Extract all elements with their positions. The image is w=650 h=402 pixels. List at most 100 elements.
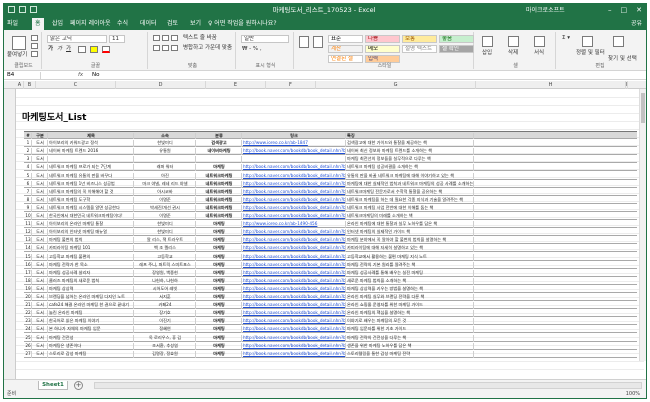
table-cell[interactable]: 네트워크 마케팅의 꼭 이해해야 할 것 bbox=[48, 188, 134, 196]
table-cell[interactable]: 마케팅 상상력 bbox=[48, 285, 134, 293]
link-cell[interactable]: http://book.naver.com/bookdb/book_detail… bbox=[242, 277, 346, 285]
table-cell[interactable]: 옥 로리우스, 휴 김 bbox=[134, 334, 196, 342]
table-cell[interactable]: 아진 bbox=[134, 172, 196, 180]
table-cell[interactable]: 김명장, 정효원 bbox=[134, 350, 196, 358]
link-cell[interactable]: http://book.naver.com/bookdb/book_detail… bbox=[242, 253, 346, 261]
table-cell[interactable]: 도서 bbox=[32, 156, 48, 164]
link-cell[interactable]: http://book.naver.com/bookdb/book_detail… bbox=[242, 245, 346, 253]
link-cell[interactable]: http://book.naver.com/bookdb/book_detail… bbox=[242, 350, 346, 358]
table-cell[interactable]: 마케팅에 대한 실제적인 법칙과 네트워크 마케팅의 성공 사례를 소개하는 책 bbox=[346, 180, 474, 188]
table-cell[interactable]: 마케팅 전략가 한 목소 bbox=[48, 261, 134, 269]
table-cell[interactable]: 도서 bbox=[32, 269, 48, 277]
table-cell[interactable]: 고등학교 마케팅 불편의 bbox=[48, 253, 134, 261]
column-header-A[interactable]: A bbox=[16, 81, 24, 89]
table-cell[interactable]: 장영원, 백종현 bbox=[134, 269, 196, 277]
undo-icon[interactable] bbox=[19, 6, 26, 13]
column-header-D[interactable]: D bbox=[116, 81, 206, 89]
link-cell[interactable]: http://book.naver.com/bookdb/book_detail… bbox=[242, 318, 346, 326]
table-cell[interactable]: 도서 bbox=[32, 277, 48, 285]
delete-button[interactable]: 삭제 bbox=[508, 50, 518, 57]
link-cell[interactable]: http://book.naver.com/bookdb/book_detail… bbox=[242, 204, 346, 212]
link-cell[interactable]: http://book.naver.com/bookdb/book_detail… bbox=[242, 294, 346, 302]
table-cell[interactable]: 네트워크 마케팅 사업 전반에 대한 이해를 돕는 책 bbox=[346, 204, 474, 212]
table-cell[interactable]: 14 bbox=[24, 245, 32, 253]
link-cell[interactable]: http://book.naver.com/bookdb/book_detail… bbox=[242, 229, 346, 237]
link-cell[interactable]: http://book.naver.com/bookdb/book_detail… bbox=[242, 342, 346, 350]
table-cell[interactable]: 이명준 bbox=[134, 213, 196, 221]
table-cell[interactable]: 마케팅 bbox=[196, 294, 242, 302]
column-header-I[interactable]: I bbox=[626, 81, 628, 89]
link-cell[interactable]: http://book.naver.com/bookdb/book_detail… bbox=[242, 261, 346, 269]
redo-icon[interactable] bbox=[30, 6, 37, 13]
table-cell[interactable]: 마케팅 bbox=[196, 318, 242, 326]
link-cell[interactable]: http://book.naver.com/bookdb/book_detail… bbox=[242, 148, 346, 156]
table-cell[interactable]: 도서 bbox=[32, 140, 48, 148]
tab-formulas[interactable]: 수식 bbox=[117, 19, 128, 28]
table-cell[interactable]: 알 리스, 잭 트라우트 bbox=[134, 237, 196, 245]
table-cell[interactable]: 생존을 위한 마케팅 노하우를 담은 책 bbox=[346, 342, 474, 350]
table-cell[interactable]: 고등학교 bbox=[134, 253, 196, 261]
column-header-C[interactable]: C bbox=[36, 81, 116, 89]
table-cell[interactable]: 도서 bbox=[32, 342, 48, 350]
table-cell[interactable]: 마케팅 bbox=[196, 253, 242, 261]
table-cell[interactable]: 이야기로 배우는 마케팅의 모든 것 bbox=[346, 318, 474, 326]
table-cell[interactable]: 네트워크마케팅 bbox=[196, 188, 242, 196]
align-center-icon[interactable] bbox=[162, 45, 169, 51]
table-cell[interactable]: 도서 bbox=[32, 196, 48, 204]
table-cell[interactable]: 박세진/개선 권시 bbox=[134, 204, 196, 212]
table-cell[interactable]: 도서 bbox=[32, 204, 48, 212]
align-bottom-icon[interactable] bbox=[171, 35, 178, 41]
delete-cells-icon[interactable] bbox=[508, 36, 519, 47]
table-cell[interactable]: 래퍼 워터 bbox=[134, 164, 196, 172]
copy-icon[interactable] bbox=[31, 43, 38, 49]
table-cell[interactable]: 도서 bbox=[32, 213, 48, 221]
table-cell[interactable]: cafe24 해결 온라인 마케팅 한 권으로 끝내기 bbox=[48, 302, 134, 310]
sheet-title[interactable]: 마케팅도서_List bbox=[22, 113, 86, 124]
link-cell[interactable]: http://book.naver.com/bookdb/book_detail… bbox=[242, 326, 346, 334]
table-cell[interactable]: 유통원 bbox=[134, 148, 196, 156]
table-cell[interactable]: 마크 야넬, 레네 리드 야넬 bbox=[134, 180, 196, 188]
table-cell[interactable]: 마케팅 bbox=[196, 229, 242, 237]
table-cell[interactable]: 5 bbox=[24, 172, 32, 180]
table-cell[interactable]: 네트워크마케팅 bbox=[196, 204, 242, 212]
table-cell[interactable]: 16 bbox=[24, 261, 32, 269]
link-cell[interactable]: http://book.naver.com/bookdb/book_detail… bbox=[242, 302, 346, 310]
table-cell[interactable]: 9 bbox=[24, 204, 32, 212]
table-cell[interactable]: 벡 조 켈리스 bbox=[134, 245, 196, 253]
table-cell[interactable]: 온라인 마케팅의 핵심을 설명하는 책 bbox=[346, 310, 474, 318]
table-cell[interactable]: 이명준 bbox=[134, 196, 196, 204]
sheet-tab-sheet1[interactable]: Sheet1 bbox=[38, 381, 68, 390]
cell-style-3[interactable]: 좋음 bbox=[439, 35, 474, 43]
font-color-icon[interactable] bbox=[102, 46, 110, 53]
link-cell[interactable]: http://book.naver.com/bookdb/book_detail… bbox=[242, 285, 346, 293]
cell-style-7[interactable]: 셀 확인 bbox=[439, 45, 474, 53]
table-cell[interactable]: 조서환, 추성엽 bbox=[134, 342, 196, 350]
cell-style-6[interactable]: 설명 텍스트 bbox=[402, 45, 437, 53]
table-cell[interactable]: 마케팅 bbox=[196, 277, 242, 285]
table-cell[interactable]: 본 하나가 자체의 마케팅 입문 bbox=[48, 326, 134, 334]
paste-label[interactable]: 붙여넣기 bbox=[7, 52, 27, 59]
link-cell[interactable]: http://book.naver.com/bookdb/book_detail… bbox=[242, 180, 346, 188]
link-cell[interactable]: http://book.naver.com/bookdb/book_detail… bbox=[242, 213, 346, 221]
align-top-icon[interactable] bbox=[153, 35, 160, 41]
table-cell[interactable]: 24 bbox=[24, 326, 32, 334]
table-cell[interactable]: 마케팅 건전성 bbox=[48, 334, 134, 342]
close-button[interactable]: ✕ bbox=[636, 5, 642, 15]
table-cell[interactable]: 마케팅은 생존이다 bbox=[48, 342, 134, 350]
link-cell[interactable]: http://www.ioreo.co.kr/ab-1847 bbox=[242, 140, 346, 148]
column-header-F[interactable]: F bbox=[266, 81, 316, 89]
autosum-button[interactable]: Σ ▾ bbox=[562, 35, 570, 42]
name-box[interactable]: B4 bbox=[7, 72, 41, 79]
cut-icon[interactable] bbox=[31, 35, 38, 41]
tab-insert[interactable]: 삽입 bbox=[52, 19, 63, 28]
table-cell[interactable]: 도서 bbox=[32, 334, 48, 342]
table-cell[interactable]: 도서 bbox=[32, 172, 48, 180]
table-cell[interactable]: 네트워크마케팅 bbox=[196, 213, 242, 221]
format-table-icon[interactable] bbox=[313, 36, 323, 48]
currency-button[interactable]: ₩ - % , bbox=[242, 46, 262, 53]
cell-style-5[interactable]: 메모 bbox=[365, 45, 400, 53]
table-cell[interactable]: 마케팅 분야에서 꼭 알아야 할 불변의 법칙을 설명하는 책 bbox=[346, 237, 474, 245]
table-cell[interactable]: 27 bbox=[24, 350, 32, 358]
table-cell[interactable]: 26 bbox=[24, 342, 32, 350]
table-cell[interactable]: 도서 bbox=[32, 261, 48, 269]
